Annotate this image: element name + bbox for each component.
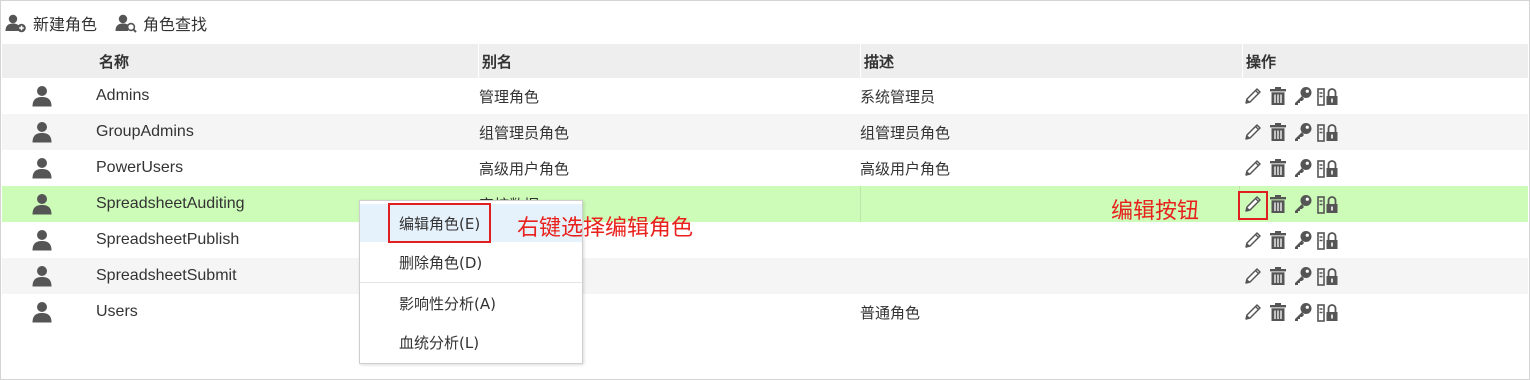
edit-button-highlight xyxy=(1238,191,1268,220)
edit-icon[interactable] xyxy=(1242,121,1264,143)
new-role-label: 新建角色 xyxy=(33,14,98,34)
table-row[interactable]: PowerUsers 高级用户角色 高级用户角色 xyxy=(2,150,1528,186)
key-icon[interactable] xyxy=(1292,265,1314,287)
edit-icon[interactable] xyxy=(1242,85,1264,107)
row-actions xyxy=(1242,222,1362,258)
permission-lock-icon[interactable] xyxy=(1317,301,1339,323)
permission-lock-icon[interactable] xyxy=(1317,121,1339,143)
table-row[interactable]: Admins 管理角色 系统管理员 xyxy=(2,78,1528,114)
edit-icon[interactable] xyxy=(1242,265,1264,287)
delete-icon[interactable] xyxy=(1267,121,1289,143)
key-icon[interactable] xyxy=(1292,229,1314,251)
permission-lock-icon[interactable] xyxy=(1317,265,1339,287)
role-alias-cell: 管理角色 xyxy=(479,87,540,106)
permission-lock-icon[interactable] xyxy=(1317,229,1339,251)
row-actions xyxy=(1242,294,1362,330)
edit-button-annotation: 编辑按钮 xyxy=(1111,199,1200,224)
permission-lock-icon[interactable] xyxy=(1317,193,1339,215)
row-actions xyxy=(1242,78,1362,114)
row-actions xyxy=(1242,150,1362,186)
edit-icon[interactable] xyxy=(1242,301,1264,323)
new-role-button[interactable]: 新建角色 xyxy=(5,11,97,35)
key-icon[interactable] xyxy=(1292,85,1314,107)
role-description-cell: 组管理员角色 xyxy=(860,123,951,142)
permission-lock-icon[interactable] xyxy=(1317,85,1339,107)
table-header: 名称 别名 描述 操作 xyxy=(2,44,1528,78)
user-icon xyxy=(32,78,62,114)
roles-table: 名称 别名 描述 操作 Admins 管理角色 系统管理员 GroupAdmins 组管… xyxy=(2,44,1528,330)
role-management-panel: 新建角色 角色查找 名称 别名 描述 操作 Admins 管理角色 系统管理员 Gro… xyxy=(0,0,1530,380)
delete-icon[interactable] xyxy=(1267,85,1289,107)
role-description-cell xyxy=(860,258,1240,294)
column-header-operations: 操作 xyxy=(1242,44,1362,78)
delete-icon[interactable] xyxy=(1267,265,1289,287)
user-icon xyxy=(32,294,62,330)
table-row[interactable]: SpreadsheetAuditing审核数据 xyxy=(2,186,1528,222)
role-alias-cell: 组管理员角色 xyxy=(479,123,570,142)
edit-icon[interactable] xyxy=(1242,229,1264,251)
key-icon[interactable] xyxy=(1292,193,1314,215)
edit-icon[interactable] xyxy=(1242,157,1264,179)
menu-item-delete-role[interactable]: 删除角色(D) xyxy=(360,243,582,281)
role-name-cell: Admins xyxy=(96,87,150,104)
role-description-cell: 普通角色 xyxy=(860,303,921,322)
role-description-cell: 系统管理员 xyxy=(860,87,936,106)
column-header-description[interactable]: 描述 xyxy=(860,44,1240,78)
row-actions xyxy=(1242,258,1362,294)
user-icon xyxy=(32,150,62,186)
column-header-alias[interactable]: 别名 xyxy=(478,44,858,78)
table-row[interactable]: GroupAdmins 组管理员角色 组管理员角色 xyxy=(2,114,1528,150)
key-icon[interactable] xyxy=(1292,301,1314,323)
menu-separator xyxy=(360,282,582,283)
find-role-label: 角色查找 xyxy=(143,14,208,34)
role-description-cell xyxy=(860,222,1240,258)
menu-item-lineage-analysis[interactable]: 血统分析(L) xyxy=(360,323,582,361)
user-icon xyxy=(32,114,62,150)
column-header-name[interactable]: 名称 xyxy=(96,44,476,78)
user-icon xyxy=(32,258,62,294)
key-icon[interactable] xyxy=(1292,157,1314,179)
permission-lock-icon[interactable] xyxy=(1317,157,1339,179)
delete-icon[interactable] xyxy=(1267,301,1289,323)
role-name-cell: GroupAdmins xyxy=(96,123,194,140)
key-icon[interactable] xyxy=(1292,121,1314,143)
role-name-cell: PowerUsers xyxy=(96,159,184,176)
toolbar: 新建角色 角色查找 xyxy=(1,1,1529,44)
table-row[interactable]: SpreadsheetSubmit xyxy=(2,258,1528,294)
delete-icon[interactable] xyxy=(1267,193,1289,215)
context-menu-annotation: 右键选择编辑角色 xyxy=(517,216,694,241)
delete-icon[interactable] xyxy=(1267,229,1289,251)
table-row[interactable]: Users 普通角色 xyxy=(2,294,1528,330)
edit-role-menu-highlight xyxy=(388,203,491,243)
add-user-icon xyxy=(5,14,26,32)
table-row[interactable]: SpreadsheetPublish xyxy=(2,222,1528,258)
role-description-cell: 高级用户角色 xyxy=(860,159,951,178)
user-icon xyxy=(32,222,62,258)
find-role-button[interactable]: 角色查找 xyxy=(115,11,207,35)
role-alias-cell: 高级用户角色 xyxy=(479,159,570,178)
user-icon xyxy=(32,186,62,222)
menu-item-impact-analysis[interactable]: 影响性分析(A) xyxy=(360,284,582,322)
search-user-icon xyxy=(115,14,137,33)
row-actions xyxy=(1242,114,1362,150)
delete-icon[interactable] xyxy=(1267,157,1289,179)
